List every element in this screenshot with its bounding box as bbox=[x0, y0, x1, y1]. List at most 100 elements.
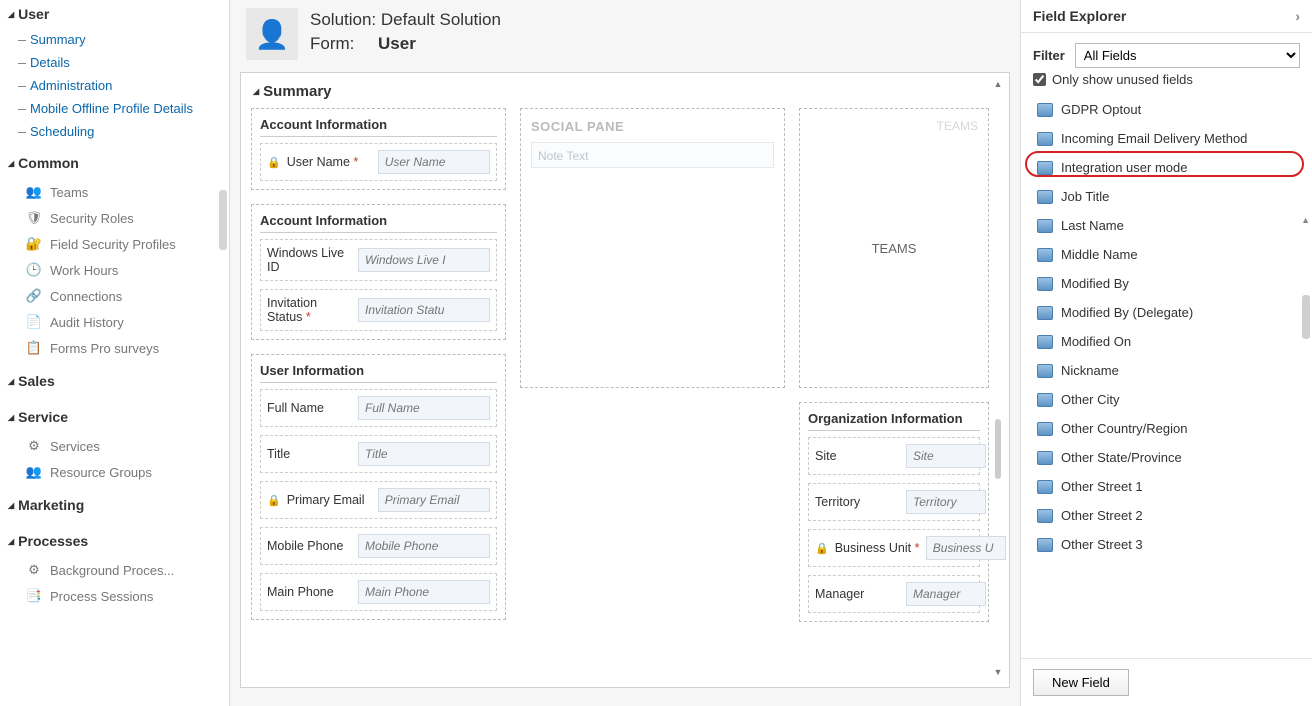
form-field[interactable]: Territory bbox=[808, 483, 980, 521]
explorer-field-item[interactable]: Modified On bbox=[1033, 327, 1306, 356]
explorer-field-item[interactable]: Modified By (Delegate) bbox=[1033, 298, 1306, 327]
field-input[interactable] bbox=[378, 488, 490, 512]
field-list-scrollbar-thumb[interactable] bbox=[1302, 295, 1310, 339]
form-field[interactable]: 🔒 Primary Email bbox=[260, 481, 497, 519]
form-field[interactable]: Manager bbox=[808, 575, 980, 613]
nav-item-label: Audit History bbox=[50, 315, 124, 330]
teams-label: TEAMS bbox=[872, 241, 917, 256]
explorer-field-item[interactable]: Integration user mode bbox=[1033, 153, 1306, 182]
left-navigation: User SummaryDetailsAdministrationMobile … bbox=[0, 0, 230, 706]
form-field[interactable]: 🔒 Business Unit * bbox=[808, 529, 980, 567]
scroll-up-icon[interactable]: ▲ bbox=[991, 79, 1005, 93]
explorer-field-item[interactable]: GDPR Optout bbox=[1033, 95, 1306, 124]
form-field[interactable]: 🔒 User Name * bbox=[260, 143, 497, 181]
nav-item[interactable]: 🛡Security Roles bbox=[0, 205, 229, 231]
nav-item[interactable]: 🔐 Field Security Profiles bbox=[0, 231, 229, 257]
nav-item-label: Field Security Profiles bbox=[50, 237, 176, 252]
nav-group-header[interactable]: Processes bbox=[0, 527, 229, 555]
field-label: Title bbox=[267, 447, 352, 461]
filter-select[interactable]: All Fields bbox=[1075, 43, 1300, 68]
field-block[interactable]: Account InformationWindows Live IDInvita… bbox=[251, 204, 506, 340]
nav-group-header[interactable]: Common bbox=[0, 149, 229, 177]
field-name: Middle Name bbox=[1061, 247, 1138, 262]
form-field[interactable]: Full Name bbox=[260, 389, 497, 427]
explorer-field-item[interactable]: Other Street 3 bbox=[1033, 530, 1306, 559]
nav-item-label: Work Hours bbox=[50, 263, 118, 278]
field-icon bbox=[1037, 538, 1053, 552]
entity-nav-link[interactable]: Mobile Offline Profile Details bbox=[18, 97, 229, 120]
note-text-input[interactable]: Note Text bbox=[531, 142, 774, 168]
nav-item[interactable]: 🔗Connections bbox=[0, 283, 229, 309]
field-label: Manager bbox=[815, 587, 900, 601]
nav-item-icon: 🔐 bbox=[26, 236, 42, 252]
nav-group-header[interactable]: Marketing bbox=[0, 491, 229, 519]
nav-item[interactable]: 📄Audit History bbox=[0, 309, 229, 335]
form-field[interactable]: Windows Live ID bbox=[260, 239, 497, 281]
field-input[interactable] bbox=[906, 444, 986, 468]
field-input[interactable] bbox=[358, 442, 490, 466]
field-name: Nickname bbox=[1061, 363, 1119, 378]
field-input[interactable] bbox=[358, 248, 490, 272]
new-field-button[interactable]: New Field bbox=[1033, 669, 1129, 696]
nav-item[interactable]: 📋Forms Pro surveys bbox=[0, 335, 229, 361]
nav-item[interactable]: 🕒 Work Hours bbox=[0, 257, 229, 283]
explorer-field-item[interactable]: Other State/Province bbox=[1033, 443, 1306, 472]
nav-item[interactable]: 📑Process Sessions bbox=[0, 583, 229, 609]
entity-nav-link[interactable]: Administration bbox=[18, 74, 229, 97]
list-scroll-up-icon[interactable]: ▲ bbox=[1301, 215, 1310, 225]
form-field[interactable]: Mobile Phone bbox=[260, 527, 497, 565]
entity-nav-link[interactable]: Scheduling bbox=[18, 120, 229, 143]
field-input[interactable] bbox=[358, 580, 490, 604]
form-field[interactable]: Invitation Status * bbox=[260, 289, 497, 331]
nav-group-header[interactable]: Service bbox=[0, 403, 229, 431]
nav-item-icon: 🕒 bbox=[26, 262, 42, 278]
field-input[interactable] bbox=[906, 582, 986, 606]
explorer-field-item[interactable]: Modified By bbox=[1033, 269, 1306, 298]
field-input[interactable] bbox=[358, 298, 490, 322]
scroll-down-icon[interactable]: ▼ bbox=[991, 667, 1005, 681]
explorer-field-item[interactable]: Other Street 2 bbox=[1033, 501, 1306, 530]
nav-group-header[interactable]: Sales bbox=[0, 367, 229, 395]
scrollbar-thumb[interactable] bbox=[995, 419, 1001, 479]
form-field[interactable]: Main Phone bbox=[260, 573, 497, 611]
nav-item[interactable]: ⚙Services bbox=[0, 433, 229, 459]
canvas-scrollbar[interactable]: ▲ ▼ bbox=[991, 79, 1005, 681]
form-field[interactable]: Site bbox=[808, 437, 980, 475]
field-icon bbox=[1037, 422, 1053, 436]
entity-nav-link[interactable]: Details bbox=[18, 51, 229, 74]
explorer-field-item[interactable]: Other Country/Region bbox=[1033, 414, 1306, 443]
field-input[interactable] bbox=[358, 534, 490, 558]
field-input[interactable] bbox=[378, 150, 490, 174]
explorer-field-item[interactable]: Last Name bbox=[1033, 211, 1306, 240]
explorer-field-item[interactable]: Other Street 1 bbox=[1033, 472, 1306, 501]
leftnav-scrollbar-thumb[interactable] bbox=[219, 190, 227, 250]
section-header-summary[interactable]: Summary bbox=[251, 79, 989, 108]
form-field[interactable]: Title bbox=[260, 435, 497, 473]
entity-header[interactable]: User bbox=[0, 0, 229, 28]
field-icon bbox=[1037, 277, 1053, 291]
only-unused-checkbox[interactable] bbox=[1033, 73, 1046, 86]
field-icon bbox=[1037, 480, 1053, 494]
nav-item[interactable]: ⚙Background Proces... bbox=[0, 557, 229, 583]
nav-item[interactable]: 👥Resource Groups bbox=[0, 459, 229, 485]
collapse-icon[interactable]: › bbox=[1295, 8, 1300, 24]
nav-item[interactable]: 👥Teams bbox=[0, 179, 229, 205]
section-title: Summary bbox=[263, 83, 331, 100]
explorer-field-item[interactable]: Job Title bbox=[1033, 182, 1306, 211]
nav-item-label: Security Roles bbox=[50, 211, 134, 226]
field-input[interactable] bbox=[906, 490, 986, 514]
explorer-field-item[interactable]: Other City bbox=[1033, 385, 1306, 414]
field-block[interactable]: Account Information🔒 User Name * bbox=[251, 108, 506, 190]
teams-subgrid[interactable]: TEAMS TEAMS bbox=[799, 108, 989, 388]
field-name: Other Street 3 bbox=[1061, 537, 1143, 552]
entity-nav-link[interactable]: Summary bbox=[18, 28, 229, 51]
explorer-field-item[interactable]: Incoming Email Delivery Method bbox=[1033, 124, 1306, 153]
field-block[interactable]: User InformationFull NameTitle🔒 Primary … bbox=[251, 354, 506, 620]
explorer-field-item[interactable]: Middle Name bbox=[1033, 240, 1306, 269]
org-info-block[interactable]: Organization Information SiteTerritory🔒 … bbox=[799, 402, 989, 622]
explorer-field-item[interactable]: Nickname bbox=[1033, 356, 1306, 385]
form-canvas[interactable]: Summary Account Information🔒 User Name *… bbox=[240, 72, 1010, 688]
nav-item-icon: 📋 bbox=[26, 340, 42, 356]
field-input[interactable] bbox=[358, 396, 490, 420]
social-pane[interactable]: SOCIAL PANE Note Text bbox=[520, 108, 785, 388]
